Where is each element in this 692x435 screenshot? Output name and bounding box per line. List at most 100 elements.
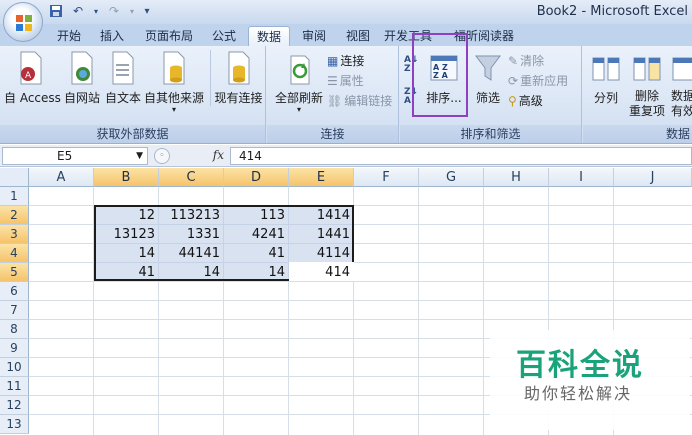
ribbon-tabs: 开始 插入 页面布局 公式 数据 审阅 视图 开发工具 福昕阅读器	[0, 24, 692, 46]
cell-d5[interactable]: 14	[224, 263, 289, 282]
row-header-1[interactable]: 1	[0, 187, 29, 206]
quick-access-toolbar: ↶ ▾ ↷ ▾ ▾	[48, 3, 152, 19]
cell-d4[interactable]: 41	[224, 244, 289, 263]
properties-button[interactable]: ☰ 属性	[327, 72, 364, 89]
cell-d3[interactable]: 4241	[224, 225, 289, 244]
text-to-columns-button[interactable]: 分列	[589, 50, 623, 106]
column-header-i[interactable]: I	[549, 168, 614, 187]
column-header-e[interactable]: E	[289, 168, 354, 187]
from-other-sources-button[interactable]: 自其他来源 ▾	[142, 50, 206, 114]
cell-e4[interactable]: 4114	[289, 244, 354, 263]
reapply-icon: ⟳	[508, 73, 519, 88]
edit-links-button[interactable]: ⛓ 编辑链接	[327, 92, 392, 109]
group-get-external-data: A 自 Access 自网站 自文本 自其他来源 ▾ 现有连接 获取外部数据	[0, 46, 266, 143]
connections-button[interactable]: ▦ 连接	[327, 52, 364, 69]
row-header-2[interactable]: 2	[0, 206, 29, 225]
row-header-9[interactable]: 9	[0, 339, 29, 358]
watermark: 百科全说 助你轻松解决	[490, 330, 690, 430]
cell-c2[interactable]: 113213	[159, 206, 224, 225]
row-header-5[interactable]: 5	[0, 263, 29, 282]
row-header-11[interactable]: 11	[0, 377, 29, 396]
cell-d2[interactable]: 113	[224, 206, 289, 225]
watermark-subtitle: 助你轻松解决	[524, 384, 633, 403]
customize-qat-icon[interactable]: ▾	[142, 3, 152, 19]
tab-view[interactable]: 视图	[338, 26, 378, 46]
cell-e3[interactable]: 1441	[289, 225, 354, 244]
undo-dropdown-icon[interactable]: ▾	[92, 3, 100, 19]
function-wizard-circle-icon[interactable]: ◦	[154, 148, 170, 164]
column-header-b[interactable]: B	[94, 168, 159, 187]
column-header-d[interactable]: D	[224, 168, 289, 187]
window-title: Book2 - Microsoft Excel	[536, 4, 688, 19]
refresh-all-button[interactable]: 全部刷新 ▾	[271, 50, 327, 114]
save-icon[interactable]	[48, 3, 64, 19]
advanced-button[interactable]: ⚲ 高级	[508, 92, 543, 109]
cell-c4[interactable]: 44141	[159, 244, 224, 263]
data-validation-icon	[672, 57, 692, 81]
office-button[interactable]	[3, 2, 43, 42]
tab-page-layout[interactable]: 页面布局	[138, 26, 200, 46]
row-header-4[interactable]: 4	[0, 244, 29, 263]
column-header-h[interactable]: H	[484, 168, 549, 187]
sort-ascending-icon: A↓ Z	[404, 55, 419, 74]
group-label-get-external-data: 获取外部数据	[0, 125, 265, 143]
connections-icon: ▦	[327, 53, 339, 68]
tab-review[interactable]: 审阅	[294, 26, 334, 46]
redo-icon[interactable]: ↷	[106, 3, 122, 19]
column-header-g[interactable]: G	[419, 168, 484, 187]
filter-icon	[475, 55, 501, 81]
from-access-button[interactable]: A 自 Access	[4, 50, 61, 106]
redo-dropdown-icon[interactable]: ▾	[128, 3, 136, 19]
cell-b4[interactable]: 14	[94, 244, 159, 263]
tab-formulas[interactable]: 公式	[204, 26, 244, 46]
cell-b5[interactable]: 41	[94, 263, 159, 282]
reapply-button[interactable]: ⟳ 重新应用	[508, 72, 568, 89]
sort-descending-button[interactable]: Z↓ A	[404, 88, 418, 106]
sort-button[interactable]: A Z Z A 排序...	[420, 50, 468, 106]
gridline	[29, 300, 692, 301]
row-header-10[interactable]: 10	[0, 358, 29, 377]
cell-b3[interactable]: 13123	[94, 225, 159, 244]
row-header-7[interactable]: 7	[0, 301, 29, 320]
column-header-a[interactable]: A	[29, 168, 94, 187]
group-label-sort-filter: 排序和筛选	[400, 125, 581, 143]
row-header-12[interactable]: 12	[0, 396, 29, 415]
existing-connections-icon	[228, 51, 249, 85]
advanced-filter-icon: ⚲	[508, 93, 517, 108]
formula-input[interactable]: 414	[230, 147, 692, 165]
group-label-connections: 连接	[267, 125, 398, 143]
column-header-c[interactable]: C	[159, 168, 224, 187]
data-validation-button[interactable]: 数据 有效	[671, 50, 692, 119]
tab-foxit-reader[interactable]: 福昕阅读器	[446, 26, 522, 46]
clear-button[interactable]: ✎ 清除	[508, 52, 544, 69]
cell-b2[interactable]: 12	[94, 206, 159, 225]
insert-function-icon[interactable]: fx	[213, 148, 224, 162]
cell-e2[interactable]: 1414	[289, 206, 354, 225]
cell-c5[interactable]: 14	[159, 263, 224, 282]
row-header-3[interactable]: 3	[0, 225, 29, 244]
row-header-8[interactable]: 8	[0, 320, 29, 339]
group-data-tools: 分列 删除 重复项 数据 有效 数据	[583, 46, 692, 143]
sort-ascending-button[interactable]: A↓ Z	[404, 56, 419, 74]
name-box[interactable]: E5 ▼	[2, 147, 148, 165]
clear-icon: ✎	[508, 53, 519, 68]
tab-data[interactable]: 数据	[248, 26, 290, 46]
remove-duplicates-button[interactable]: 删除 重复项	[625, 50, 669, 119]
name-box-dropdown-icon[interactable]: ▼	[136, 148, 143, 164]
tab-home[interactable]: 开始	[49, 26, 89, 46]
existing-connections-button[interactable]: 现有连接	[210, 50, 264, 106]
formula-bar-controls: ◦ fx	[150, 147, 228, 165]
undo-icon[interactable]: ↶	[70, 3, 86, 19]
cell-e5[interactable]: 414	[289, 263, 354, 282]
row-header-6[interactable]: 6	[0, 282, 29, 301]
row-header-13[interactable]: 13	[0, 415, 29, 434]
cell-c3[interactable]: 1331	[159, 225, 224, 244]
tab-insert[interactable]: 插入	[92, 26, 132, 46]
tab-developer[interactable]: 开发工具	[382, 26, 434, 46]
from-web-button[interactable]: 自网站	[62, 50, 102, 106]
column-header-j[interactable]: J	[614, 168, 692, 187]
select-all-corner[interactable]	[0, 168, 29, 187]
from-text-button[interactable]: 自文本	[103, 50, 143, 106]
filter-button[interactable]: 筛选	[470, 50, 506, 106]
column-header-f[interactable]: F	[354, 168, 419, 187]
